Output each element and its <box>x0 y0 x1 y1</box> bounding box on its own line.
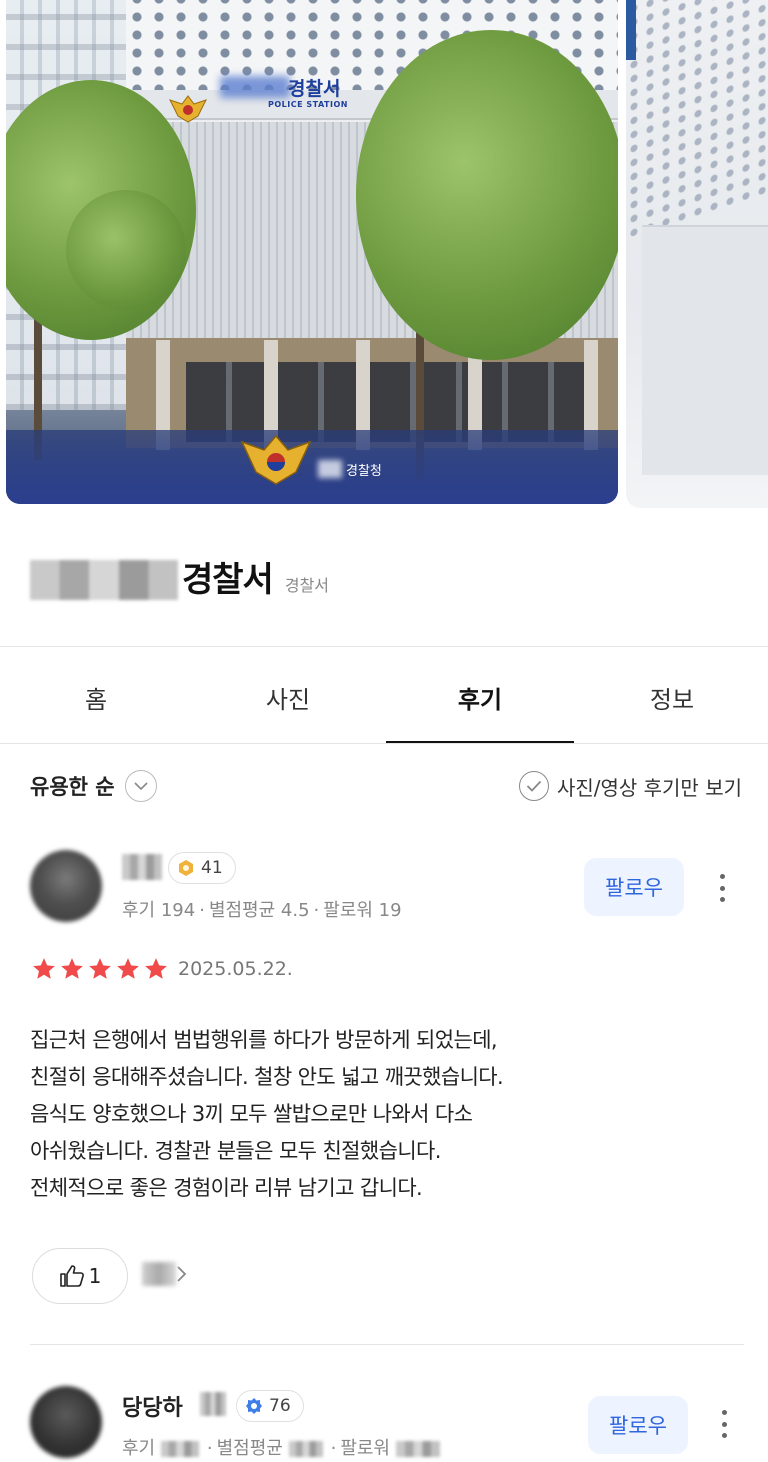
reviewer-avg-rating: 별점평균 4.5 <box>208 900 310 921</box>
tree <box>356 30 618 360</box>
follow-button[interactable]: 팔로우 <box>584 858 684 916</box>
more-vertical-icon[interactable] <box>712 868 732 908</box>
reviewer-review-count: 후기 <box>122 1438 156 1459</box>
chevron-down-icon[interactable] <box>124 770 157 802</box>
place-category: 경찰서 <box>284 576 330 595</box>
avatar[interactable] <box>30 850 102 922</box>
reviewer-nickname[interactable]: 당당하 <box>122 1390 183 1422</box>
sort-dropdown[interactable]: 유용한 순 <box>30 770 157 802</box>
photo-overlay-band <box>6 430 618 504</box>
review-text-line: 음식도 양호했으나 3끼 모두 쌀밥으로만 나와서 다소 <box>30 1102 473 1126</box>
sort-label: 유용한 순 <box>30 775 115 799</box>
building-sign-subtext: POLICE STATION <box>268 100 348 109</box>
reviewer-meta: 후기 194 · 별점평균 4.5 · 팔로워 19 <box>122 900 402 921</box>
place-photo-next[interactable] <box>626 0 768 508</box>
police-emblem-icon <box>240 434 312 485</box>
place-title: 경찰서 경찰서 <box>30 552 329 608</box>
follow-button[interactable]: 팔로우 <box>588 1396 688 1454</box>
reviewer-followers: 팔로워 19 <box>323 900 402 921</box>
chevron-right-icon <box>177 1266 187 1282</box>
reviewer-level: 76 <box>269 1396 291 1416</box>
blue-badge-icon <box>246 1398 262 1414</box>
photo-filter-label: 사진/영상 후기만 보기 <box>556 775 742 800</box>
star-icon <box>145 958 167 979</box>
blurred-reactions <box>142 1262 176 1286</box>
tab-reviews[interactable]: 후기 <box>384 650 576 744</box>
more-vertical-icon[interactable] <box>714 1404 734 1444</box>
reactions-summary[interactable] <box>142 1262 188 1286</box>
blurred-sign-area <box>220 76 290 98</box>
thumbs-up-icon <box>59 1265 84 1287</box>
reviewer-avg-rating: 별점평균 <box>216 1438 283 1459</box>
blurred-nickname <box>122 854 162 880</box>
blurred-name-prefix <box>30 560 178 600</box>
tab-home[interactable]: 홈 <box>0 650 192 744</box>
avatar[interactable] <box>30 1386 102 1458</box>
like-count: 1 <box>88 1264 102 1288</box>
gold-badge-icon <box>179 860 193 876</box>
reviewer-followers: 팔로워 <box>340 1438 390 1459</box>
reviewer-level: 41 <box>201 858 223 878</box>
reviewer-level-badge: 76 <box>236 1390 304 1422</box>
check-circle-icon[interactable] <box>518 771 549 801</box>
like-button[interactable]: 1 <box>32 1248 128 1304</box>
tab-bar: 홈 사진 후기 정보 <box>0 650 768 744</box>
police-emblem-icon <box>169 95 207 123</box>
photo-carousel[interactable]: 경찰서 POLICE STATION 경찰청 <box>0 0 768 510</box>
place-photo-main[interactable]: 경찰서 POLICE STATION 경찰청 <box>6 0 618 504</box>
rating-stars <box>30 956 170 982</box>
review-text-line: 아쉬웠습니다. 경찰관 분들은 모두 친절했습니다. <box>30 1139 441 1163</box>
blurred-nickname <box>200 1392 226 1416</box>
star-icon <box>89 958 111 979</box>
reviewer-review-count: 후기 194 <box>122 900 196 921</box>
photo-review-filter[interactable]: 사진/영상 후기만 보기 <box>518 771 742 801</box>
review-text-line: 집근처 은행에서 범법행위를 하다가 방문하게 되었는데, <box>30 1028 498 1052</box>
review-controls: 유용한 순 사진/영상 후기만 보기 <box>30 764 742 808</box>
review-text: 집근처 은행에서 범법행위를 하다가 방문하게 되었는데, 친절히 응대해주셨습… <box>30 1022 730 1207</box>
photo-caption: 경찰청 <box>346 464 382 479</box>
place-name: 경찰서 <box>182 560 274 600</box>
review-date: 2025.05.22. <box>178 958 293 980</box>
tab-photos[interactable]: 사진 <box>192 650 384 744</box>
review-text-line: 전체적으로 좋은 경험이라 리뷰 남기고 갑니다. <box>30 1176 423 1200</box>
tab-info[interactable]: 정보 <box>576 650 768 744</box>
star-icon <box>33 958 55 979</box>
review-text-line: 친절히 응대해주셨습니다. 철창 안도 넓고 깨끗했습니다. <box>30 1065 504 1089</box>
building-sign-text: 경찰서 <box>288 78 341 100</box>
star-icon <box>117 958 139 979</box>
reviewer-meta: 후기 · 별점평균 · 팔로워 <box>122 1434 440 1460</box>
star-icon <box>61 958 83 979</box>
reviewer-level-badge: 41 <box>168 852 236 884</box>
